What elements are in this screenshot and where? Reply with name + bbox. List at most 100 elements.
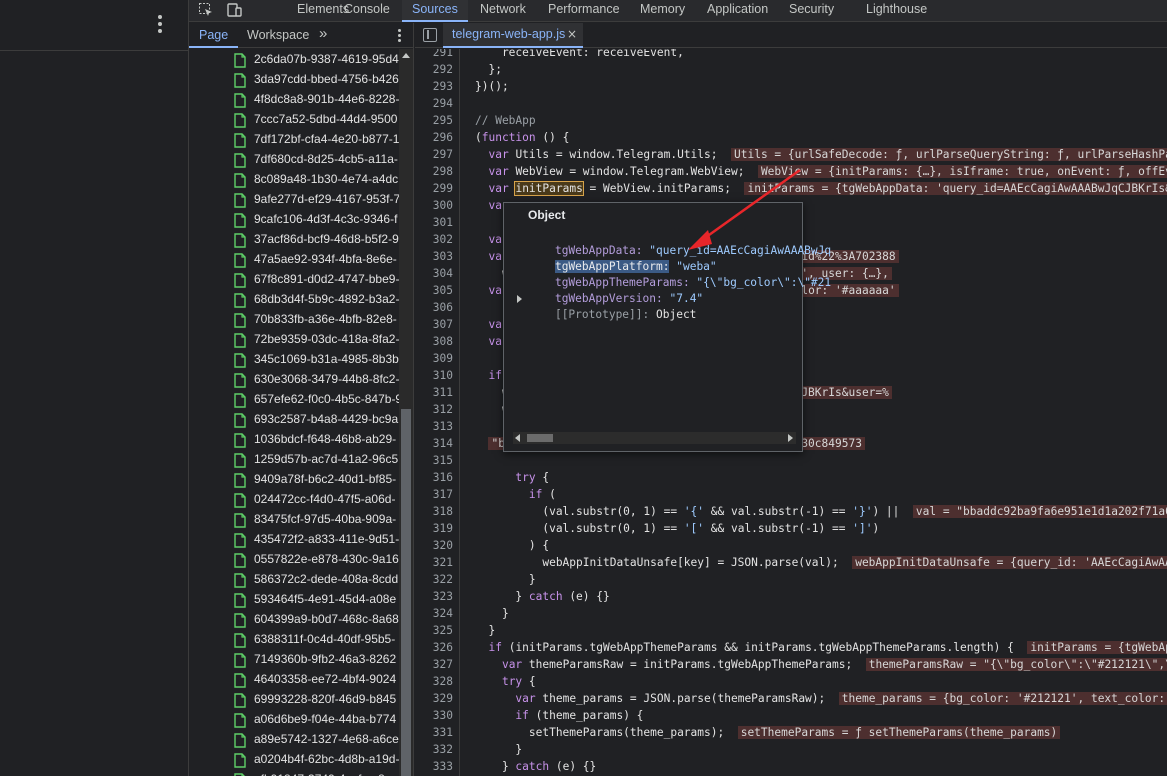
file-item[interactable]: 68db3d4f-5b9c-4892-b3a2- bbox=[189, 290, 399, 310]
file-name: 9cafc106-4d3f-4c3c-9346-f bbox=[254, 212, 398, 226]
code-text: } bbox=[475, 571, 536, 588]
file-name: 47a5ae92-934f-4bfa-8e6e- bbox=[254, 252, 397, 266]
file-item[interactable]: a89e5742-1327-4e68-a6ce bbox=[189, 730, 399, 750]
device-toolbar-icon[interactable] bbox=[226, 2, 242, 18]
line-number: 322 bbox=[432, 573, 453, 586]
tab-network[interactable]: Network bbox=[480, 0, 526, 22]
toggle-navigator-icon[interactable] bbox=[423, 28, 437, 42]
file-icon bbox=[234, 453, 246, 468]
scroll-up-icon[interactable] bbox=[402, 53, 410, 58]
file-item[interactable]: 593464f5-4e91-45d4-a08e bbox=[189, 590, 399, 610]
scrollbar-thumb[interactable] bbox=[527, 434, 553, 442]
file-item[interactable]: 46403358-ee72-4bf4-9024 bbox=[189, 670, 399, 690]
file-item[interactable]: 67f8c891-d0d2-4747-bbe9- bbox=[189, 270, 399, 290]
file-item[interactable]: 3da97cdd-bbed-4756-b426 bbox=[189, 70, 399, 90]
code-line: 323 } catch (e) {} bbox=[415, 588, 1167, 605]
tab-application[interactable]: Application bbox=[707, 0, 768, 22]
file-item[interactable]: 1036bdcf-f648-46b8-ab29- bbox=[189, 430, 399, 450]
code-text: var themeParamsRaw = initParams.tgWebApp… bbox=[475, 656, 1167, 673]
tab-lighthouse[interactable]: Lighthouse bbox=[866, 0, 927, 22]
scroll-right-icon[interactable] bbox=[788, 434, 793, 442]
file-item[interactable]: 47a5ae92-934f-4bfa-8e6e- bbox=[189, 250, 399, 270]
file-item[interactable]: 586372c2-dede-408a-8cdd bbox=[189, 570, 399, 590]
file-item[interactable]: 9afe277d-ef29-4167-953f-7 bbox=[189, 190, 399, 210]
file-item[interactable]: a0204b4f-62bc-4d8b-a19d- bbox=[189, 750, 399, 770]
file-item[interactable]: 2c6da07b-9387-4619-95d4 bbox=[189, 50, 399, 70]
file-icon bbox=[234, 53, 246, 68]
tab-page[interactable]: Page bbox=[189, 23, 239, 48]
more-tabs-icon[interactable]: » bbox=[319, 23, 327, 48]
tab-console[interactable]: Console bbox=[344, 0, 390, 22]
file-item[interactable]: 0557822e-e878-430c-9a16 bbox=[189, 550, 399, 570]
tab-sources[interactable]: Sources bbox=[402, 0, 468, 22]
file-item[interactable]: 9409a78f-b6c2-40d1-bf85- bbox=[189, 470, 399, 490]
file-name: 0557822e-e878-430c-9a16 bbox=[254, 552, 399, 566]
popover-row-tgwebappdata[interactable]: tgWebAppData: "query_id=AAEcCagiAwAAABwJ… bbox=[528, 227, 831, 257]
file-icon bbox=[234, 173, 246, 188]
tab-memory[interactable]: Memory bbox=[640, 0, 685, 22]
file-item[interactable]: 657efe62-f0c0-4b5c-847b-9 bbox=[189, 390, 399, 410]
file-name: 657efe62-f0c0-4b5c-847b-9 bbox=[254, 392, 399, 406]
file-item[interactable]: 9cafc106-4d3f-4c3c-9346-f bbox=[189, 210, 399, 230]
popover-row-tgwebappversion[interactable]: tgWebAppVersion: "7.4" bbox=[528, 275, 703, 305]
file-item[interactable]: 4f8dc8a8-901b-44e6-8228- bbox=[189, 90, 399, 110]
line-number: 310 bbox=[432, 369, 453, 382]
inspect-element-icon[interactable] bbox=[198, 2, 214, 18]
file-item[interactable]: 69993228-820f-46d9-b845 bbox=[189, 690, 399, 710]
tab-workspace[interactable]: Workspace bbox=[247, 23, 309, 48]
tab-performance[interactable]: Performance bbox=[548, 0, 620, 22]
file-item[interactable]: 7149360b-9fb2-46a3-8262 bbox=[189, 650, 399, 670]
navigator-scrollbar[interactable] bbox=[399, 49, 413, 776]
source-code: if ( bbox=[528, 488, 556, 501]
scrollbar-thumb[interactable] bbox=[401, 409, 411, 776]
scroll-left-icon[interactable] bbox=[515, 434, 520, 442]
code-text: } bbox=[475, 622, 495, 639]
code-line: 322 } bbox=[415, 571, 1167, 588]
popover-scrollbar[interactable] bbox=[513, 432, 796, 444]
file-item[interactable]: 693c2587-b4a8-4429-bc9a bbox=[189, 410, 399, 430]
tab-security[interactable]: Security bbox=[789, 0, 834, 22]
file-item[interactable]: 604399a9-b0d7-468c-8a68 bbox=[189, 610, 399, 630]
file-item[interactable]: 1259d57b-ac7d-41a2-96c5 bbox=[189, 450, 399, 470]
file-item[interactable]: 630e3068-3479-44b8-8fc2- bbox=[189, 370, 399, 390]
file-item[interactable]: 345c1069-b31a-4985-8b3b bbox=[189, 350, 399, 370]
file-item[interactable]: 83475fcf-97d5-40ba-909a- bbox=[189, 510, 399, 530]
file-item[interactable]: a06d6be9-f04e-44ba-b774 bbox=[189, 710, 399, 730]
more-options-icon[interactable] bbox=[153, 13, 167, 35]
popover-row-tgwebappplatform[interactable]: tgWebAppPlatform: "weba" bbox=[528, 243, 717, 273]
file-item[interactable]: 6388311f-0c4d-40df-95b5- bbox=[189, 630, 399, 650]
code-line: 321 webAppInitDataUnsafe[key] = JSON.par… bbox=[415, 554, 1167, 571]
file-icon bbox=[234, 73, 246, 88]
code-line: 298 var WebView = window.Telegram.WebVie… bbox=[415, 163, 1167, 180]
close-icon[interactable]: × bbox=[567, 27, 577, 41]
tab-elements[interactable]: Elements bbox=[297, 0, 349, 22]
line-number: 324 bbox=[432, 607, 453, 620]
file-icon bbox=[234, 673, 246, 688]
file-icon bbox=[234, 633, 246, 648]
file-item[interactable]: 7df680cd-8d25-4cb5-a11a- bbox=[189, 150, 399, 170]
tab-telegram-web-app[interactable]: telegram-web-app.js × bbox=[443, 23, 583, 48]
navigator-menu-icon[interactable] bbox=[396, 28, 402, 44]
code-text: var initParams = WebView.initParams; ini… bbox=[475, 180, 1167, 197]
file-item[interactable]: 7ccc7a52-5dbd-44d4-9500 bbox=[189, 110, 399, 130]
file-item[interactable]: afb91847-3749-4acf-ac8e- bbox=[189, 770, 399, 776]
file-item[interactable]: 70b833fb-a36e-4bfb-82e8- bbox=[189, 310, 399, 330]
file-item[interactable]: 37acf86d-bcf9-46d8-b5f2-9 bbox=[189, 230, 399, 250]
file-item[interactable]: 7df172bf-cfa4-4e20-b877-1 bbox=[189, 130, 399, 150]
hovered-identifier[interactable]: initParams bbox=[514, 181, 584, 196]
popover-row-tgwebappthemeparams[interactable]: tgWebAppThemeParams: "{\"bg_color\":\"#2… bbox=[528, 259, 831, 289]
object-preview-popover[interactable]: Object tgWebAppData: "query_id=AAEcCagiA… bbox=[503, 202, 831, 452]
code-text: var Utils = window.Telegram.Utils; Utils… bbox=[475, 146, 1167, 163]
line-number: 293 bbox=[432, 80, 453, 93]
popover-row-prototype[interactable]: [[Prototype]]: Object bbox=[528, 291, 696, 321]
source-code: var WebView = window.Telegram.WebView; bbox=[488, 165, 745, 178]
line-number: 294 bbox=[432, 97, 453, 110]
file-item[interactable]: 72be9359-03dc-418a-8fa2- bbox=[189, 330, 399, 350]
file-list: 2c6da07b-9387-4619-95d4 3da97cdd-bbed-475… bbox=[189, 49, 399, 776]
file-item[interactable]: 435472f2-a833-411e-9d51- bbox=[189, 530, 399, 550]
file-item[interactable]: 024472cc-f4d0-47f5-a06d- bbox=[189, 490, 399, 510]
expand-arrow-icon[interactable] bbox=[517, 295, 522, 303]
line-number: 307 bbox=[432, 318, 453, 331]
file-item[interactable]: 8c089a48-1b30-4e74-a4dc bbox=[189, 170, 399, 190]
file-name: 67f8c891-d0d2-4747-bbe9- bbox=[254, 272, 399, 286]
